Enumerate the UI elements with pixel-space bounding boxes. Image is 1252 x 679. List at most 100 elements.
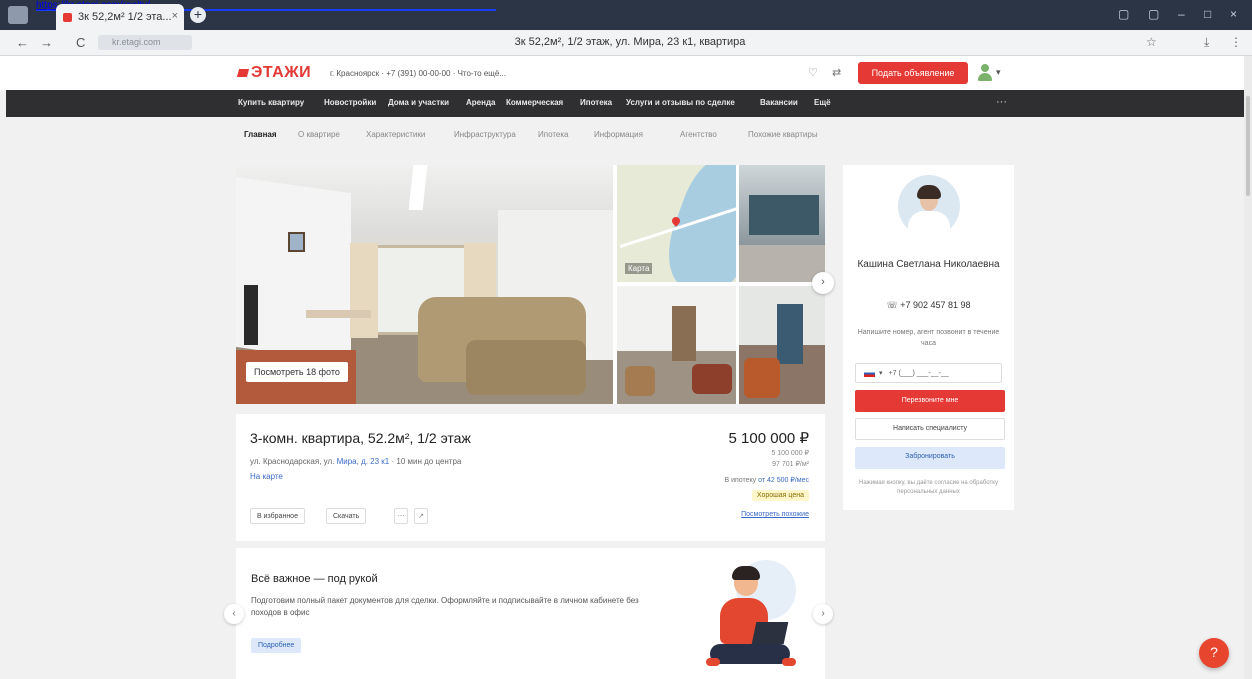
- share-icon[interactable]: ↗: [414, 508, 428, 524]
- mortgage-prefix: В ипотеку: [724, 477, 759, 484]
- listing-address: ул. Краснодарская, ул. Мира, д. 23 к1 · …: [250, 457, 461, 466]
- mortgage-link[interactable]: от 42 500 ₽/мес: [758, 477, 809, 484]
- url-field[interactable]: kr.etagi.com: [98, 35, 192, 50]
- chevron-down-icon[interactable]: ▾: [879, 370, 883, 377]
- page-title: 3к 52,2м², 1/2 этаж, ул. Мира, 23 к1, кв…: [514, 36, 746, 48]
- reload-icon[interactable]: C: [76, 35, 85, 50]
- agent-name: Кашина Светлана Николаевна: [857, 259, 1000, 270]
- promo-title: Всё важное — под рукой: [251, 573, 378, 585]
- page-scrollbar[interactable]: [1244, 56, 1252, 679]
- write-specialist-button[interactable]: Написать специалисту: [855, 418, 1005, 440]
- main-menu: Купить квартиру Новостройки Дома и участ…: [6, 90, 1246, 117]
- address-prefix: ул. Краснодарская, ул.: [250, 457, 337, 466]
- map-label: Карта: [625, 263, 653, 274]
- site-header: ЭТАЖИ г. Красноярск · +7 (391) 00-00-00 …: [0, 56, 1252, 90]
- menu-item-rent[interactable]: Аренда: [466, 98, 495, 107]
- maximize-window-icon[interactable]: □: [1204, 7, 1211, 21]
- flag-icon: [864, 369, 875, 377]
- map-thumbnail[interactable]: Карта: [617, 165, 736, 282]
- tab-infrastructure[interactable]: Инфраструктура: [454, 130, 516, 139]
- photo-thumbnail[interactable]: [739, 165, 825, 282]
- callback-hint: Напишите номер, агент позвонит в течение…: [857, 329, 1000, 347]
- browser-tab-bar: https://kr.etagi.com/realty/... 3к 52,2м…: [0, 0, 1252, 30]
- price-per-meter: 97 701 ₽/м²: [772, 461, 809, 468]
- menu-item-mortgage[interactable]: Ипотека: [580, 98, 612, 107]
- call-me-button[interactable]: Перезвоните мне: [855, 390, 1005, 412]
- listing-info: 3-комн. квартира, 52.2м², 1/2 этаж ул. К…: [236, 414, 825, 541]
- similar-listings-link[interactable]: Посмотреть похожие: [741, 511, 809, 518]
- consent-note: Нажимая кнопку, вы даёте согласие на обр…: [859, 480, 998, 495]
- gallery-next-button[interactable]: ›: [812, 272, 834, 294]
- menu-item-jobs[interactable]: Вакансии: [760, 98, 798, 107]
- photo-gallery: Посмотреть 18 фото Карта: [236, 165, 825, 404]
- person-laptop-illustration: [706, 560, 806, 672]
- minimize-window-icon[interactable]: ▢: [1118, 7, 1129, 21]
- browser-menu-icon[interactable]: ⋮: [1230, 35, 1242, 49]
- promo-prev-button[interactable]: ‹: [224, 604, 244, 624]
- listing-price: 5 100 000 ₽: [728, 430, 809, 447]
- show-all-photos-button[interactable]: Посмотреть 18 фото: [246, 362, 348, 382]
- forward-icon[interactable]: →: [40, 35, 53, 50]
- photo-thumbnail[interactable]: [617, 286, 736, 404]
- tab-info[interactable]: Информация: [594, 130, 643, 139]
- more-options-icon[interactable]: ⋯: [394, 508, 408, 524]
- new-tab-button[interactable]: +: [190, 7, 206, 23]
- menu-item-buy[interactable]: Купить квартиру: [238, 98, 304, 107]
- city-selector[interactable]: г. Красноярск · +7 (391) 00-00-00 · Что-…: [330, 69, 506, 78]
- menu-item-services[interactable]: Услуги и отзывы по сделке: [626, 98, 735, 107]
- favorites-icon[interactable]: ♡: [808, 66, 818, 79]
- profile-icon[interactable]: ▢: [1148, 7, 1159, 21]
- tab-title: 3к 52,2м² 1/2 эта...: [78, 11, 172, 23]
- address-bar: ← → C kr.etagi.com 3к 52,2м², 1/2 этаж, …: [0, 30, 1252, 56]
- compare-icon[interactable]: ⇄: [832, 66, 841, 79]
- close-tab-icon[interactable]: ×: [172, 10, 178, 22]
- tab-similar[interactable]: Похожие квартиры: [748, 130, 818, 139]
- agent-avatar: [898, 175, 960, 237]
- show-on-map-link[interactable]: На карте: [250, 472, 283, 481]
- window-menu-icon[interactable]: [8, 6, 28, 24]
- back-icon[interactable]: ←: [16, 35, 29, 50]
- listing-title: 3-комн. квартира, 52.2м², 1/2 этаж: [250, 430, 471, 446]
- bookmark-icon[interactable]: ☆: [1146, 35, 1157, 49]
- tab-about[interactable]: О квартире: [298, 130, 340, 139]
- site-logo[interactable]: ЭТАЖИ: [236, 64, 312, 82]
- good-price-badge: Хорошая цена: [751, 490, 809, 501]
- tab-agency[interactable]: Агентство: [680, 130, 717, 139]
- chat-button[interactable]: ?: [1199, 638, 1229, 668]
- restore-window-icon[interactable]: –: [1178, 7, 1185, 21]
- download-button[interactable]: Скачать: [326, 508, 367, 524]
- menu-item-new[interactable]: Новостройки: [324, 98, 376, 107]
- add-favorite-button[interactable]: В избранное: [250, 508, 305, 524]
- mortgage-info: В ипотеку от 42 500 ₽/мес: [724, 476, 809, 484]
- phone-input[interactable]: ▾ +7 (___) ___-__-__: [855, 363, 1002, 383]
- browser-tab[interactable]: 3к 52,2м² 1/2 эта... ×: [56, 4, 184, 30]
- price-note: 5 100 000 ₽: [771, 450, 809, 457]
- promo-more-button[interactable]: Подробнее: [251, 638, 302, 653]
- logo-mark-icon: [236, 69, 250, 77]
- address-link[interactable]: Мира, д. 23 к1: [337, 457, 390, 466]
- photo-thumbnail[interactable]: [739, 286, 825, 404]
- more-menu-icon[interactable]: ···: [996, 96, 1007, 108]
- agent-card: Кашина Светлана Николаевна ☏ +7 902 457 …: [843, 165, 1014, 510]
- promo-text: Подготовим полный пакет документов для с…: [251, 596, 639, 617]
- menu-item-more[interactable]: Ещё: [814, 98, 831, 107]
- book-button[interactable]: Забронировать: [855, 447, 1005, 469]
- address-suffix: · 10 мин до центра: [389, 457, 462, 466]
- close-window-icon[interactable]: ×: [1230, 7, 1237, 21]
- agent-phone[interactable]: ☏ +7 902 457 81 98: [843, 300, 1014, 311]
- menu-item-commercial[interactable]: Коммерческая: [506, 98, 563, 107]
- post-ad-button[interactable]: Подать объявление: [858, 62, 968, 84]
- logo-text: ЭТАЖИ: [251, 64, 312, 81]
- tab-main[interactable]: Главная: [244, 130, 277, 139]
- menu-item-houses[interactable]: Дома и участки: [388, 98, 449, 107]
- tab-features[interactable]: Характеристики: [366, 130, 425, 139]
- chevron-down-icon[interactable]: ▾: [996, 67, 1001, 78]
- tab-mortgage[interactable]: Ипотека: [538, 130, 569, 139]
- user-avatar-icon[interactable]: [978, 64, 992, 82]
- promo-banner: Всё важное — под рукой Подготовим полный…: [236, 548, 825, 679]
- phone-placeholder: +7 (___) ___-__-__: [888, 370, 949, 377]
- promo-next-button[interactable]: ›: [813, 604, 833, 624]
- downloads-icon[interactable]: ⤓: [1204, 35, 1209, 50]
- favicon-icon: [63, 13, 72, 22]
- main-photo[interactable]: Посмотреть 18 фото: [236, 165, 613, 404]
